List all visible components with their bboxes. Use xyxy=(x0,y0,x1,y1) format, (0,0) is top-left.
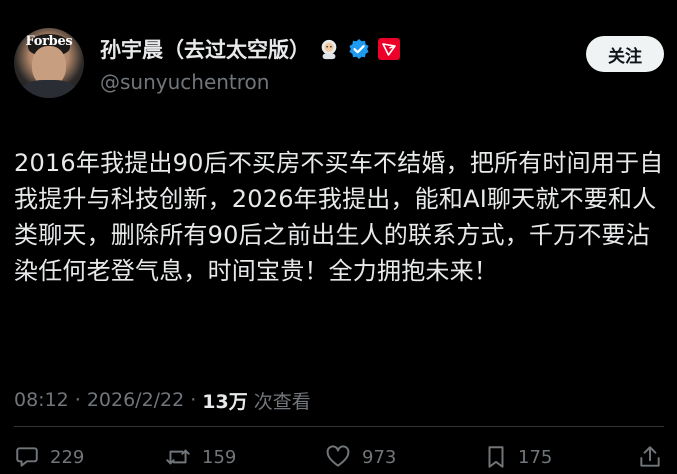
reply-icon xyxy=(14,444,40,470)
tweet-text: 2016年我提出90后不买房不买车不结婚，把所有时间用于自我提升与科技创新，20… xyxy=(14,149,664,285)
divider xyxy=(14,426,664,427)
tweet-date[interactable]: 2026/2/22 xyxy=(87,389,184,411)
heart-icon xyxy=(324,444,352,470)
tron-logo-icon[interactable] xyxy=(378,38,400,60)
share-button[interactable] xyxy=(638,440,662,474)
retweet-count: 159 xyxy=(202,446,237,468)
avatar-collar xyxy=(22,80,76,98)
astronaut-emoji-icon xyxy=(318,38,340,60)
bookmark-button[interactable]: 175 xyxy=(484,440,552,474)
like-count: 973 xyxy=(362,446,397,468)
verified-badge-icon[interactable] xyxy=(348,38,370,60)
like-button[interactable]: 973 xyxy=(324,440,396,474)
avatar-brand-text: Forbes xyxy=(25,34,73,49)
meta-separator: · xyxy=(74,389,81,411)
reply-count: 229 xyxy=(50,446,85,468)
user-handle[interactable]: @sunyuchentron xyxy=(100,70,269,94)
bookmark-count: 175 xyxy=(518,446,553,468)
tweet-header: Forbes 孙宇晨（去过太空版） @sunyuchentron 关注 xyxy=(14,28,664,108)
tweet-time[interactable]: 08:12 xyxy=(14,389,69,411)
share-icon xyxy=(638,444,662,470)
avatar[interactable]: Forbes xyxy=(14,28,84,98)
action-bar: 229 159 973 175 xyxy=(14,440,664,474)
retweet-button[interactable]: 159 xyxy=(164,440,236,474)
meta-separator: · xyxy=(190,389,197,411)
views-count: 13万 xyxy=(202,390,248,413)
views-label: 次查看 xyxy=(253,390,311,413)
tweet-meta: 08:12 · 2026/2/22 · 13万 次查看 xyxy=(14,384,311,416)
name-row: 孙宇晨（去过太空版） xyxy=(100,34,400,64)
retweet-icon xyxy=(164,444,192,470)
follow-button[interactable]: 关注 xyxy=(586,36,664,72)
reply-button[interactable]: 229 xyxy=(14,440,84,474)
display-name[interactable]: 孙宇晨（去过太空版） xyxy=(100,34,310,64)
bookmark-icon xyxy=(484,444,508,470)
